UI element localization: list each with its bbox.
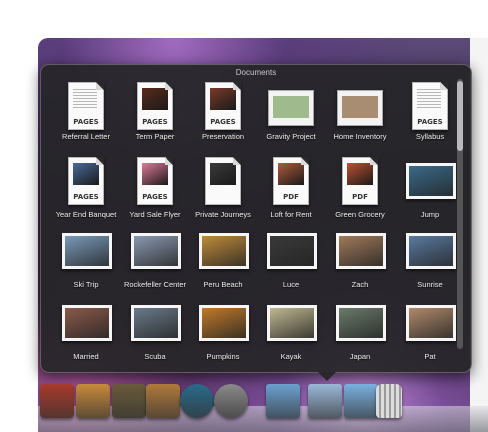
file-type-tag: PAGES [210, 118, 236, 126]
document-thumbnail [337, 90, 383, 126]
stack-item[interactable]: PDF Green Grocery [323, 155, 397, 225]
file-type-tag: PDF [352, 193, 368, 201]
document-icon: PAGES [137, 157, 173, 205]
photo-thumbnail [267, 305, 317, 341]
documents-stack-grid: Documents PAGES Referral Letter PAGES Term … [40, 64, 472, 373]
photo-thumbnail [199, 233, 249, 269]
file-type-tag: PAGES [142, 118, 168, 126]
photo-thumbnail [336, 233, 386, 269]
stack-items: PAGES Referral Letter PAGES Term Paper PAGES… [41, 75, 456, 370]
stack-item[interactable]: Zach [323, 225, 397, 295]
dock [38, 372, 488, 432]
document-icon: PDF [342, 157, 378, 205]
iphoto-icon[interactable] [76, 384, 110, 418]
documents-stack-icon[interactable] [308, 384, 342, 418]
document-icon [205, 157, 241, 205]
document-icon: PAGES [412, 82, 448, 130]
applications-folder-icon[interactable] [266, 384, 300, 418]
document-icon: PAGES [137, 82, 173, 130]
stack-item[interactable]: Home Inventory [323, 80, 397, 150]
garageband-icon[interactable] [146, 384, 180, 418]
stack-item[interactable]: Jump [393, 155, 467, 225]
photo-thumbnail [199, 305, 249, 341]
stack-pointer [318, 372, 336, 381]
photo-thumbnail [406, 233, 456, 269]
file-type-tag: PAGES [73, 193, 99, 201]
photo-booth-icon[interactable] [40, 384, 74, 418]
imovie-icon[interactable] [112, 384, 146, 418]
stack-item-label: Pat [424, 352, 436, 361]
document-icon: PDF [273, 157, 309, 205]
file-type-tag: PAGES [73, 118, 99, 126]
downloads-folder-icon[interactable] [344, 384, 378, 418]
document-icon: PAGES [205, 82, 241, 130]
stack-item[interactable]: Sunrise [393, 225, 467, 295]
trash-icon[interactable] [376, 384, 402, 418]
photo-thumbnail [336, 305, 386, 341]
stack-item[interactable]: Pat [393, 297, 467, 367]
stack-item[interactable]: Japan [323, 297, 397, 367]
photo-thumbnail [131, 233, 181, 269]
file-type-tag: PAGES [142, 193, 168, 201]
file-type-tag: PAGES [417, 118, 443, 126]
photo-thumbnail [131, 305, 181, 341]
photo-thumbnail [406, 305, 456, 341]
stack-item[interactable]: PAGES Syllabus [393, 80, 467, 150]
photo-thumbnail [267, 233, 317, 269]
photo-thumbnail [62, 305, 112, 341]
scrollbar-thumb[interactable] [457, 81, 463, 151]
document-thumbnail [268, 90, 314, 126]
system-preferences-icon[interactable] [214, 384, 248, 418]
photo-thumbnail [62, 233, 112, 269]
document-icon: PAGES [68, 82, 104, 130]
document-icon: PAGES [68, 157, 104, 205]
photo-thumbnail [406, 163, 456, 199]
file-type-tag: PDF [283, 193, 299, 201]
stack-scrollbar[interactable] [457, 79, 463, 349]
time-machine-icon[interactable] [180, 384, 214, 418]
